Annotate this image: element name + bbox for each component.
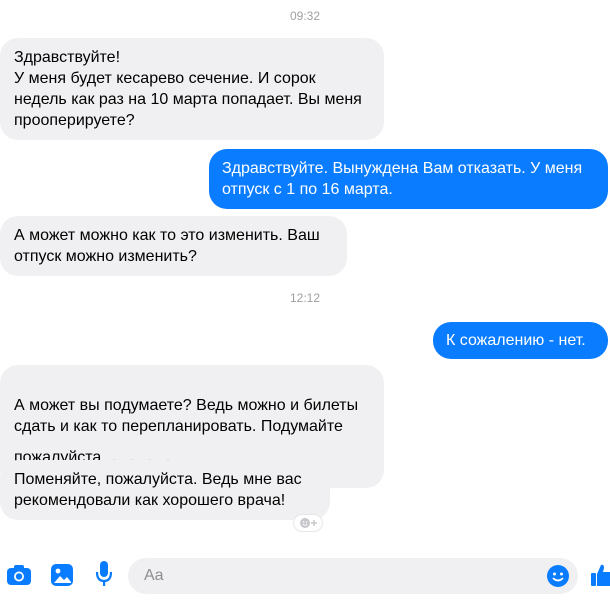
microphone-icon[interactable] [95,560,113,588]
add-reaction-button[interactable] [293,514,323,532]
message-input[interactable]: Aa [128,558,578,594]
camera-icon[interactable] [6,564,32,586]
message-text: А может вы подумаете? Ведь можно и билет… [14,397,359,467]
timestamp: 12:12 [289,291,321,305]
message-outgoing[interactable]: Здравствуйте. Вынуждена Вам отказать. У … [209,149,608,209]
gallery-icon[interactable] [50,563,74,587]
timestamp: 09:32 [289,9,321,23]
message-incoming[interactable]: Здравствуйте! У меня будет кесарево сече… [0,38,384,140]
like-icon[interactable] [590,562,610,588]
message-composer: Aa [0,548,610,600]
message-outgoing[interactable]: К сожалению - нет. [433,322,608,359]
add-reaction-icon [300,518,317,528]
message-incoming[interactable]: Поменяйте, пожалуйста. Ведь мне вас реко… [0,460,330,520]
emoji-icon[interactable] [546,564,570,588]
message-incoming[interactable]: А может можно как то это изменить. Ваш о… [0,216,347,276]
